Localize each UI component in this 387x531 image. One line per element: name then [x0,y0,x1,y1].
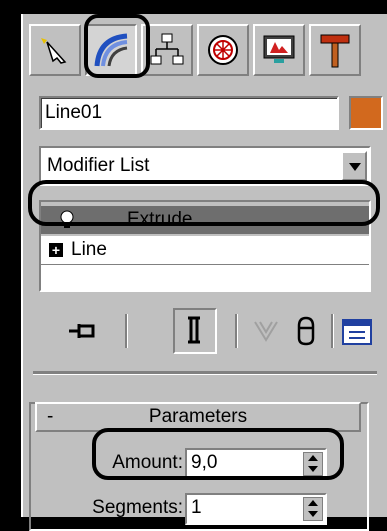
object-color-swatch[interactable] [349,96,383,130]
command-panel-tabs [29,18,387,80]
stack-item-label: Extrude [127,209,193,230]
tab-create[interactable] [29,24,81,76]
tab-display[interactable] [253,24,305,76]
command-panel: Line01 Modifier List Extrude + Line - Pa… [21,14,387,531]
stack-empty-row [41,264,369,291]
stack-toolbar [39,304,372,358]
show-end-result-button[interactable] [173,308,217,354]
tab-modify[interactable] [85,24,137,76]
show-end-result-icon [188,316,200,344]
amount-spinner[interactable]: 9,0 [185,448,327,480]
object-name-field[interactable]: Line01 [39,96,339,130]
pin-stack-icon[interactable] [65,312,103,350]
window: Line01 Modifier List Extrude + Line - Pa… [0,0,387,531]
segments-spinner[interactable]: 1 [185,493,327,525]
toolbar-divider [125,314,128,348]
modifier-list-value: Modifier List [47,155,150,176]
toolbar-divider [331,314,334,348]
segments-label: Segments: [92,497,183,518]
spinner-arrows-icon[interactable] [303,497,323,521]
remove-modifier-icon[interactable] [287,312,325,350]
modifier-list-dropdown[interactable]: Modifier List [39,146,371,186]
hammer-icon [320,34,350,68]
hierarchy-icon [150,33,184,65]
modifier-stack: Extrude + Line [39,200,371,292]
tab-hierarchy[interactable] [141,24,193,76]
curve-bend-icon [94,33,128,67]
chevron-down-icon[interactable] [341,151,367,181]
panel-divider [33,371,377,375]
amount-label: Amount: [112,452,183,473]
lightbulb-icon[interactable] [59,210,75,230]
tab-utilities[interactable] [309,24,361,76]
stack-item-label: Line [71,239,107,260]
toolbar-divider [235,314,238,348]
configure-sets-icon[interactable] [339,312,372,350]
spinner-arrows-icon[interactable] [303,452,323,476]
rollout-title: Parameters [148,406,248,427]
make-unique-icon[interactable] [247,312,285,350]
expand-plus-icon[interactable]: + [49,243,63,257]
wheel-icon [208,35,238,65]
amount-value: 9,0 [191,452,218,473]
monitor-icon [263,35,295,63]
tab-motion[interactable] [197,24,249,76]
segments-value: 1 [191,497,202,518]
stack-item-line[interactable]: + Line [41,236,369,264]
stack-item-extrude[interactable]: Extrude [41,206,369,234]
star-cursor-icon [41,38,67,64]
parameters-rollout-header[interactable]: - Parameters [35,402,361,432]
